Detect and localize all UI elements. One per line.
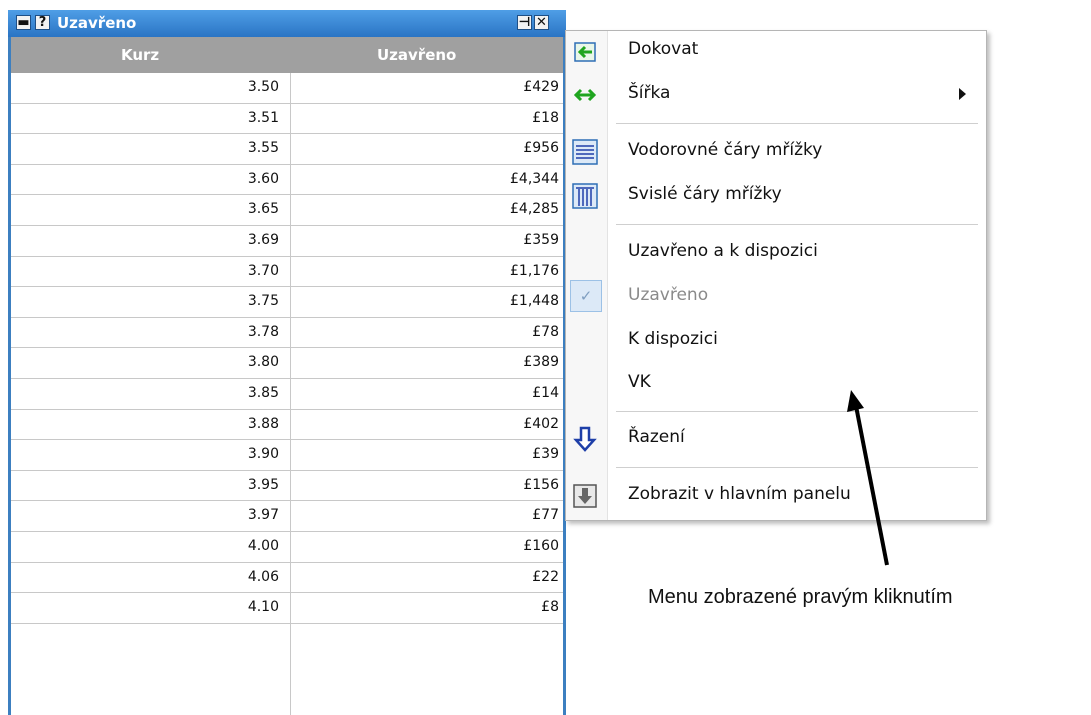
caption-text: Menu zobrazené pravým kliknutím [648, 586, 953, 608]
